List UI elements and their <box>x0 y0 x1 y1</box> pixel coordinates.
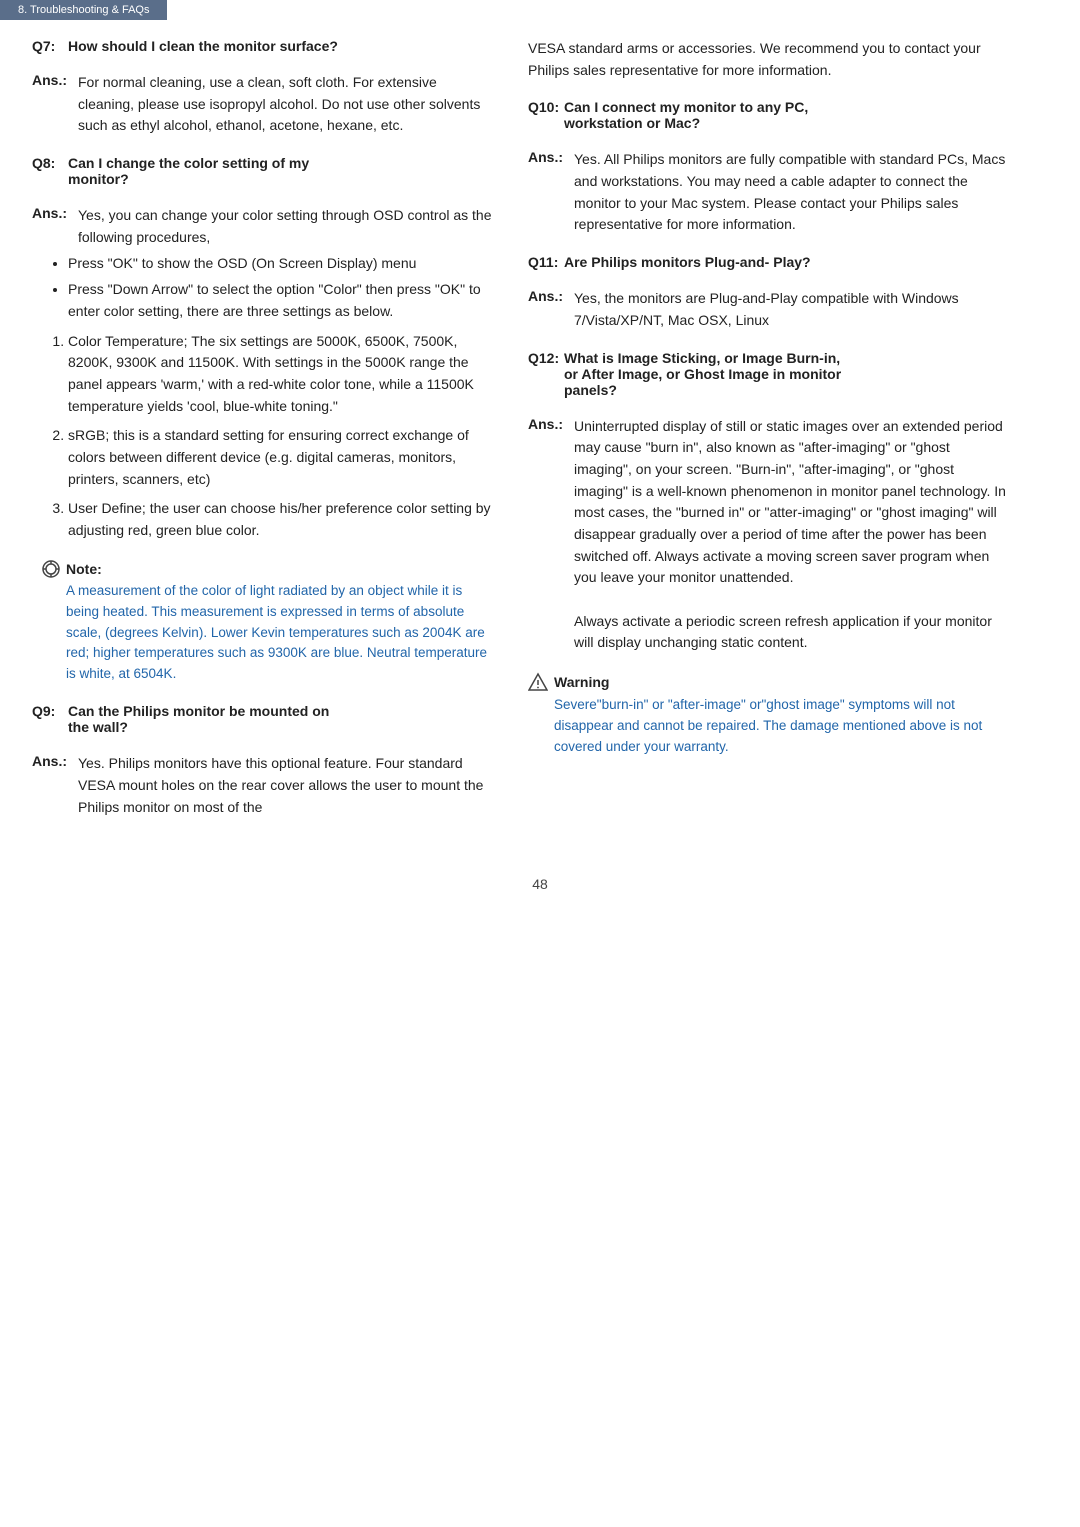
a8-text: Yes, you can change your color setting t… <box>78 205 492 248</box>
a11-label: Ans.: <box>528 288 574 331</box>
bullet-item-1: Press "OK" to show the OSD (On Screen Di… <box>68 253 492 275</box>
warning-icon <box>528 672 548 692</box>
a8-block: Ans.: Yes, you can change your color set… <box>32 205 492 542</box>
note-header: Note: <box>42 560 492 578</box>
a10-text: Yes. All Philips monitors are fully comp… <box>574 149 1008 236</box>
page: 8. Troubleshooting & FAQs Q7: How should… <box>0 0 1080 1527</box>
a9-text: Yes. Philips monitors have this optional… <box>78 753 492 818</box>
note-icon <box>42 560 60 578</box>
a8-answer: Ans.: Yes, you can change your color set… <box>32 205 492 248</box>
a12-text2: Always activate a periodic screen refres… <box>574 613 992 651</box>
q10-label: Q10: <box>528 99 564 131</box>
a12-label: Ans.: <box>528 416 574 655</box>
a7-answer: Ans.: For normal cleaning, use a clean, … <box>32 72 492 137</box>
q10-block: Q10: Can I connect my monitor to any PC,… <box>528 99 1008 131</box>
page-number: 48 <box>0 876 1080 902</box>
a10-label: Ans.: <box>528 149 574 236</box>
q12-question: Q12: What is Image Sticking, or Image Bu… <box>528 350 1008 398</box>
warning-label: Warning <box>554 674 609 690</box>
a11-block: Ans.: Yes, the monitors are Plug-and-Pla… <box>528 288 1008 331</box>
q12-label: Q12: <box>528 350 564 398</box>
a11-answer: Ans.: Yes, the monitors are Plug-and-Pla… <box>528 288 1008 331</box>
a7-block: Ans.: For normal cleaning, use a clean, … <box>32 72 492 137</box>
bullet-item-2: Press "Down Arrow" to select the option … <box>68 279 492 322</box>
a12-text: Uninterrupted display of still or static… <box>574 416 1008 655</box>
q11-block: Q11: Are Philips monitors Plug-and- Play… <box>528 254 1008 270</box>
q8-block: Q8: Can I change the color setting of my… <box>32 155 492 187</box>
warning-header: Warning <box>528 672 1008 692</box>
a12-answer: Ans.: Uninterrupted display of still or … <box>528 416 1008 655</box>
header-label: 8. Troubleshooting & FAQs <box>18 4 149 16</box>
q9-label: Q9: <box>32 703 68 735</box>
q8-label: Q8: <box>32 155 68 187</box>
warning-text: Severe"burn-in" or "after-image" or"ghos… <box>554 695 1008 758</box>
content: Q7: How should I clean the monitor surfa… <box>0 20 1080 866</box>
a9-cont: VESA standard arms or accessories. We re… <box>528 38 1008 81</box>
q11-text: Are Philips monitors Plug-and- Play? <box>564 254 811 270</box>
a7-text: For normal cleaning, use a clean, soft c… <box>78 72 492 137</box>
a9-cont-block: VESA standard arms or accessories. We re… <box>528 38 1008 81</box>
q7-question: Q7: How should I clean the monitor surfa… <box>32 38 492 54</box>
q11-question: Q11: Are Philips monitors Plug-and- Play… <box>528 254 1008 270</box>
a7-label: Ans.: <box>32 72 78 137</box>
a11-text: Yes, the monitors are Plug-and-Play comp… <box>574 288 1008 331</box>
q12-block: Q12: What is Image Sticking, or Image Bu… <box>528 350 1008 398</box>
a9-label: Ans.: <box>32 753 78 818</box>
q10-question: Q10: Can I connect my monitor to any PC,… <box>528 99 1008 131</box>
q9-block: Q9: Can the Philips monitor be mounted o… <box>32 703 492 735</box>
q12-text: What is Image Sticking, or Image Burn-in… <box>564 350 841 398</box>
q9-question: Q9: Can the Philips monitor be mounted o… <box>32 703 492 735</box>
a8-label: Ans.: <box>32 205 78 248</box>
q7-block: Q7: How should I clean the monitor surfa… <box>32 38 492 54</box>
numbered-item-3: User Define; the user can choose his/her… <box>68 498 492 541</box>
a8-bullets: Press "OK" to show the OSD (On Screen Di… <box>68 253 492 322</box>
q8-question: Q8: Can I change the color setting of my… <box>32 155 492 187</box>
note-text: A measurement of the color of light radi… <box>66 581 492 686</box>
numbered-item-2: sRGB; this is a standard setting for ens… <box>68 425 492 490</box>
a9-answer: Ans.: Yes. Philips monitors have this op… <box>32 753 492 818</box>
note-block: Note: A measurement of the color of ligh… <box>42 560 492 686</box>
a8-numbered: Color Temperature; The six settings are … <box>68 331 492 542</box>
warning-block: Warning Severe"burn-in" or "after-image"… <box>528 672 1008 758</box>
left-column: Q7: How should I clean the monitor surfa… <box>0 38 510 836</box>
a10-block: Ans.: Yes. All Philips monitors are full… <box>528 149 1008 236</box>
q10-text: Can I connect my monitor to any PC, work… <box>564 99 808 131</box>
numbered-item-1: Color Temperature; The six settings are … <box>68 331 492 418</box>
right-column: VESA standard arms or accessories. We re… <box>510 38 1040 836</box>
q7-label: Q7: <box>32 38 68 54</box>
q7-text: How should I clean the monitor surface? <box>68 38 338 54</box>
q8-text: Can I change the color setting of my mon… <box>68 155 309 187</box>
note-label: Note: <box>66 561 102 577</box>
a12-block: Ans.: Uninterrupted display of still or … <box>528 416 1008 655</box>
a10-answer: Ans.: Yes. All Philips monitors are full… <box>528 149 1008 236</box>
a9-block: Ans.: Yes. Philips monitors have this op… <box>32 753 492 818</box>
a9-cont-text: VESA standard arms or accessories. We re… <box>528 38 1008 81</box>
header-bar: 8. Troubleshooting & FAQs <box>0 0 167 20</box>
a12-text1: Uninterrupted display of still or static… <box>574 418 1006 586</box>
q9-text: Can the Philips monitor be mounted on th… <box>68 703 329 735</box>
q11-label: Q11: <box>528 254 564 270</box>
